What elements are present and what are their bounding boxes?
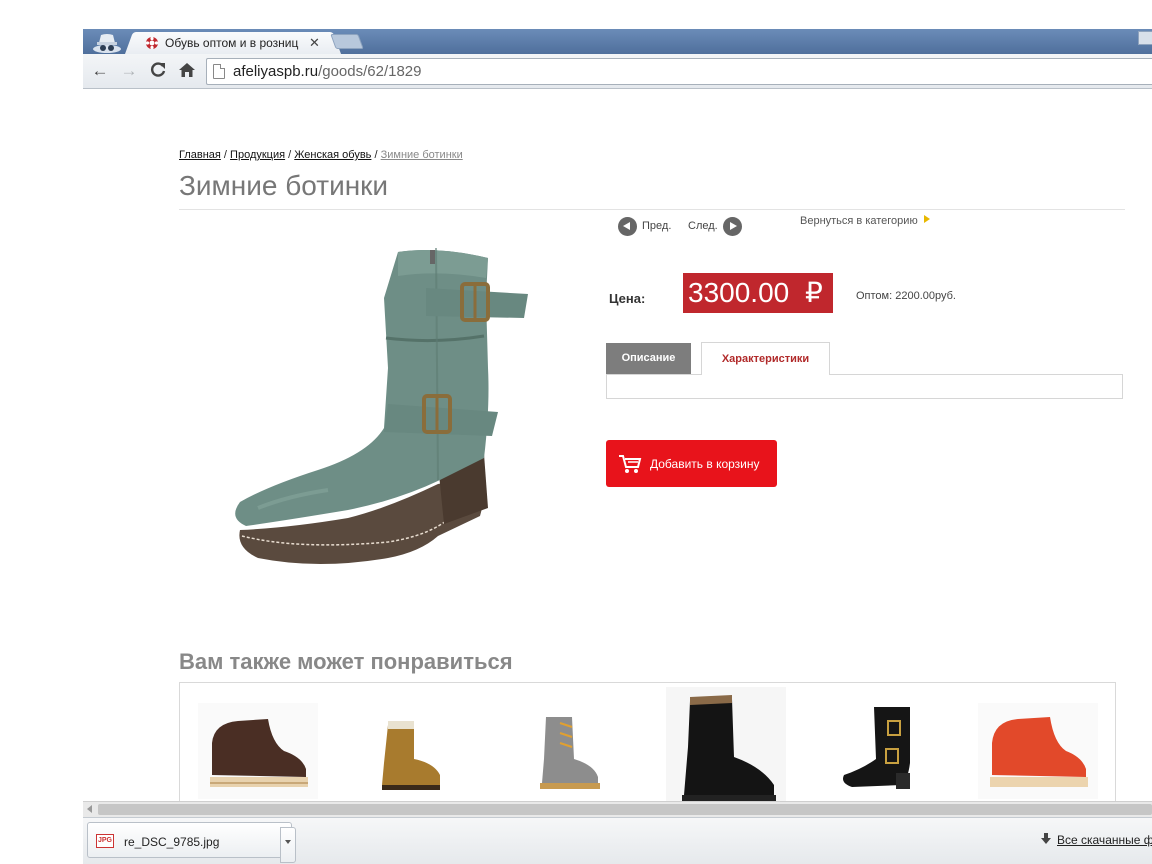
downloads-bar: JPG re_DSC_9785.jpg Все скачанные ф [83, 817, 1152, 864]
cart-icon [618, 454, 642, 477]
arrow-left-icon [618, 216, 637, 236]
forward-arrow-icon[interactable]: → [119, 61, 139, 81]
jpg-file-icon: JPG [96, 834, 114, 848]
brown-chukka-boot-image[interactable] [198, 703, 318, 799]
price-label: Цена: [609, 291, 646, 306]
breadcrumb-link-women-shoes[interactable]: Женская обувь [294, 149, 371, 161]
browser-tab[interactable]: Обувь оптом и в розниц ✕ [135, 32, 331, 54]
window-minimize-button[interactable] [1138, 31, 1152, 45]
page-icon [213, 64, 225, 79]
home-icon[interactable] [177, 61, 197, 81]
orange-chukka-boot-image[interactable] [978, 703, 1098, 799]
title-divider [179, 209, 1125, 210]
scrollbar-thumb[interactable] [98, 804, 1152, 815]
browser-tab-strip: Обувь оптом и в розниц ✕ [83, 29, 1152, 54]
scroll-left-arrow-icon[interactable] [87, 805, 92, 813]
reload-icon[interactable] [148, 61, 168, 81]
related-carousel [179, 682, 1116, 802]
black-buckle-boot-image[interactable] [822, 703, 942, 799]
download-file-name: re_DSC_9785.jpg [124, 835, 220, 849]
breadcrumb-link-products[interactable]: Продукция [230, 149, 285, 161]
prev-product-link[interactable]: Пред. [618, 215, 671, 237]
wholesale-price: Оптом: 2200.00руб. [856, 290, 956, 302]
price-value: 3300.00 [688, 277, 790, 308]
address-bar[interactable]: afeliyaspb.ru/goods/62/1829 [206, 58, 1152, 85]
horizontal-scrollbar[interactable] [83, 801, 1152, 817]
arrow-right-icon [722, 216, 742, 236]
tan-fur-boot-image[interactable] [354, 703, 474, 799]
url-text[interactable]: afeliyaspb.ru/goods/62/1829 [233, 63, 422, 80]
tab-close-icon[interactable]: ✕ [309, 35, 320, 51]
download-item[interactable]: JPG re_DSC_9785.jpg [87, 822, 296, 863]
tab-title: Обувь оптом и в розниц [165, 36, 299, 50]
download-arrow-icon [1041, 833, 1051, 845]
ruble-icon: ₽ [805, 277, 823, 308]
browser-toolbar: ← → afeliyaspb.ru/goods/62/1829 [83, 54, 1152, 89]
black-lace-high-boot-image[interactable] [666, 687, 786, 802]
all-downloads-link[interactable]: Все скачанные ф [1041, 833, 1152, 847]
new-tab-button[interactable] [330, 34, 364, 49]
favicon-icon [145, 36, 159, 50]
screen: { "browser": { "tab_title": "Обувь оптом… [0, 0, 1152, 864]
grey-lace-boot-image[interactable] [510, 703, 630, 799]
download-menu-button[interactable] [280, 827, 296, 863]
add-to-cart-label: Добавить в корзину [650, 457, 760, 471]
back-to-category-link[interactable]: Вернуться в категорию [800, 215, 930, 227]
breadcrumb: Главная / Продукция / Женская обувь / Зи… [179, 149, 463, 161]
breadcrumb-link-home[interactable]: Главная [179, 149, 221, 161]
price-box: 3300.00 ₽ [683, 273, 833, 313]
tab-characteristics[interactable]: Характеристики [701, 342, 830, 375]
page-title: Зимние ботинки [179, 170, 389, 201]
incognito-icon [91, 31, 123, 53]
next-product-link[interactable]: След. [688, 215, 742, 237]
add-to-cart-button[interactable]: Добавить в корзину [606, 440, 777, 487]
tab-panel [606, 374, 1123, 399]
triangle-right-icon [923, 215, 930, 223]
back-arrow-icon[interactable]: ← [90, 61, 110, 81]
tab-description[interactable]: Описание [606, 343, 691, 374]
product-image[interactable] [188, 218, 572, 598]
related-heading: Вам также может понравиться [179, 649, 513, 674]
breadcrumb-current[interactable]: Зимние ботинки [381, 149, 463, 161]
